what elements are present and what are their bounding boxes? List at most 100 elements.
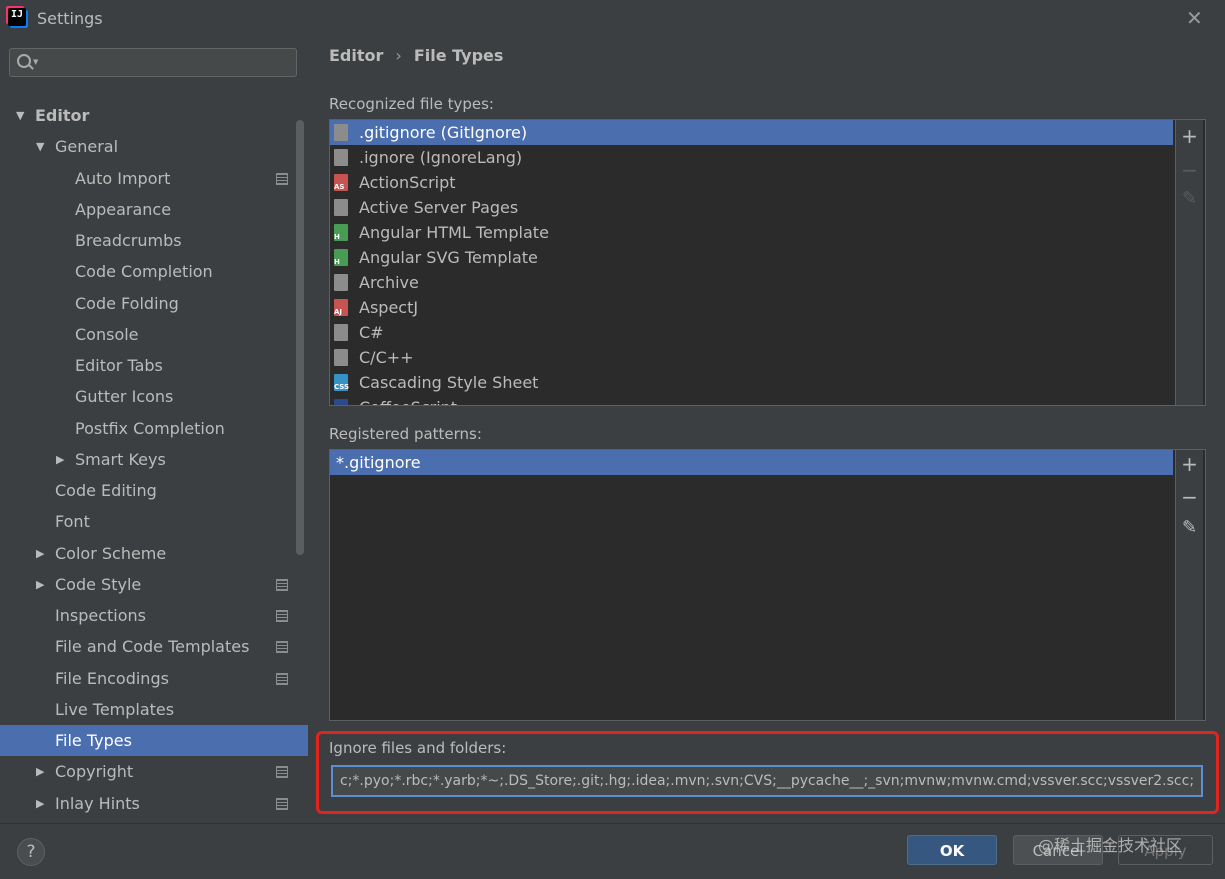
project-scope-icon bbox=[276, 610, 288, 622]
add-file-type-button[interactable]: + bbox=[1176, 124, 1203, 148]
tree-item-postfix-completion[interactable]: Postfix Completion bbox=[75, 413, 225, 444]
tree-item-code-folding[interactable]: Code Folding bbox=[75, 288, 179, 319]
collapse-arrow-icon[interactable]: ▶ bbox=[56, 444, 64, 475]
pattern-row[interactable]: *.gitignore bbox=[330, 450, 1173, 475]
file-type-row[interactable]: H Angular SVG Template bbox=[330, 245, 1173, 270]
tree-item-code-completion[interactable]: Code Completion bbox=[75, 256, 213, 287]
file-type-row[interactable]: Active Server Pages bbox=[330, 195, 1173, 220]
remove-file-type-button[interactable]: − bbox=[1176, 158, 1203, 182]
tree-item-code-style[interactable]: Code Style bbox=[55, 569, 141, 600]
gitignore-file-icon bbox=[334, 124, 348, 141]
file-type-row[interactable]: C/C++ bbox=[330, 345, 1173, 370]
breadcrumb: Editor › File Types bbox=[329, 46, 503, 65]
expand-arrow-icon[interactable]: ▼ bbox=[16, 100, 24, 131]
tree-item-general[interactable]: General bbox=[55, 131, 118, 162]
expand-arrow-icon[interactable]: ▼ bbox=[36, 131, 44, 162]
tree-item-editor[interactable]: Editor bbox=[35, 100, 89, 131]
file-type-row[interactable]: Archive bbox=[330, 270, 1173, 295]
tree-item-gutter-icons[interactable]: Gutter Icons bbox=[75, 381, 173, 412]
coffeescript-icon bbox=[334, 399, 348, 405]
actionscript-icon: AS bbox=[334, 174, 348, 191]
file-type-name: ActionScript bbox=[359, 173, 456, 192]
breadcrumb-editor[interactable]: Editor bbox=[329, 46, 383, 65]
aspectj-icon: AJ bbox=[334, 299, 348, 316]
tree-item-inlay-hints[interactable]: Inlay Hints bbox=[55, 788, 140, 819]
tree-item-copyright[interactable]: Copyright bbox=[55, 756, 133, 787]
tree-item-file-types[interactable]: File Types bbox=[55, 725, 132, 756]
project-scope-icon bbox=[276, 641, 288, 653]
file-type-badge: H bbox=[334, 258, 340, 266]
content-panel: Editor › File Types Recognized file types:… bbox=[308, 37, 1225, 823]
project-scope-icon bbox=[276, 173, 288, 185]
file-type-name: .gitignore (GitIgnore) bbox=[359, 123, 528, 142]
tree-selection bbox=[0, 725, 308, 756]
registered-patterns-panel: *.gitignore + − ✎ bbox=[329, 449, 1206, 721]
asp-icon bbox=[334, 199, 348, 216]
project-scope-icon bbox=[276, 798, 288, 810]
ignore-file-icon bbox=[334, 149, 348, 166]
tree-item-auto-import[interactable]: Auto Import bbox=[75, 163, 170, 194]
tree-item-appearance[interactable]: Appearance bbox=[75, 194, 171, 225]
file-type-name: C/C++ bbox=[359, 348, 414, 367]
close-icon[interactable]: ✕ bbox=[1186, 6, 1203, 30]
recognized-types-panel: .gitignore (GitIgnore) .ignore (IgnoreLan… bbox=[329, 119, 1206, 406]
edit-pattern-button[interactable]: ✎ bbox=[1176, 517, 1203, 538]
ignore-files-input[interactable]: c;*.pyo;*.rbc;*.yarb;*~;.DS_Store;.git;.… bbox=[331, 765, 1203, 797]
collapse-arrow-icon[interactable]: ▶ bbox=[36, 788, 44, 819]
angular-html-icon: H bbox=[334, 224, 348, 241]
file-type-name: Cascading Style Sheet bbox=[359, 373, 539, 392]
help-button[interactable]: ? bbox=[17, 838, 45, 866]
recognized-toolbar: + − ✎ bbox=[1175, 120, 1203, 405]
dialog-footer: ? OK Cancel Apply @稀土掘金技术社区 bbox=[0, 823, 1225, 879]
tree-item-font[interactable]: Font bbox=[55, 506, 90, 537]
tree-item-live-templates[interactable]: Live Templates bbox=[55, 694, 174, 725]
file-type-row[interactable]: AS ActionScript bbox=[330, 170, 1173, 195]
file-type-name: CoffeeScript bbox=[359, 395, 457, 405]
file-type-row[interactable]: .ignore (IgnoreLang) bbox=[330, 145, 1173, 170]
angular-svg-icon: H bbox=[334, 249, 348, 266]
file-type-badge: H bbox=[334, 233, 340, 241]
chevron-down-icon[interactable]: ▼ bbox=[33, 58, 38, 66]
file-type-name: Active Server Pages bbox=[359, 198, 519, 217]
breadcrumb-file-types: File Types bbox=[413, 46, 504, 65]
tree-item-editor-tabs[interactable]: Editor Tabs bbox=[75, 350, 163, 381]
tree-item-console[interactable]: Console bbox=[75, 319, 139, 350]
collapse-arrow-icon[interactable]: ▶ bbox=[36, 756, 44, 787]
ok-button[interactable]: OK bbox=[907, 835, 997, 865]
tree-item-breadcrumbs[interactable]: Breadcrumbs bbox=[75, 225, 182, 256]
file-type-name: Archive bbox=[359, 273, 419, 292]
registered-patterns-label: Registered patterns: bbox=[329, 425, 482, 443]
watermark: @稀土掘金技术社区 bbox=[1038, 836, 1183, 855]
archive-icon bbox=[334, 274, 348, 291]
csharp-icon bbox=[334, 324, 348, 341]
file-type-badge: AS bbox=[334, 183, 345, 191]
tree-item-file-encodings[interactable]: File Encodings bbox=[55, 663, 169, 694]
ignore-files-label: Ignore files and folders: bbox=[329, 739, 507, 757]
tree-item-smart-keys[interactable]: Smart Keys bbox=[75, 444, 166, 475]
file-type-row[interactable]: H Angular HTML Template bbox=[330, 220, 1173, 245]
file-type-row[interactable]: CSS Cascading Style Sheet bbox=[330, 370, 1173, 395]
collapse-arrow-icon[interactable]: ▶ bbox=[36, 538, 44, 569]
tree-item-color-scheme[interactable]: Color Scheme bbox=[55, 538, 166, 569]
recognized-types-label: Recognized file types: bbox=[329, 95, 494, 113]
collapse-arrow-icon[interactable]: ▶ bbox=[36, 569, 44, 600]
file-type-row[interactable]: .gitignore (GitIgnore) bbox=[330, 120, 1173, 145]
window-title: Settings bbox=[37, 9, 103, 28]
css-icon: CSS bbox=[334, 374, 349, 391]
sidebar-scrollbar[interactable] bbox=[296, 120, 304, 555]
search-input[interactable]: ▼ bbox=[9, 48, 297, 77]
file-type-row[interactable]: C# bbox=[330, 320, 1173, 345]
file-type-row[interactable]: CoffeeScript bbox=[330, 395, 1173, 405]
add-pattern-button[interactable]: + bbox=[1176, 452, 1203, 476]
ignore-files-value[interactable]: c;*.pyo;*.rbc;*.yarb;*~;.DS_Store;.git;.… bbox=[340, 773, 1194, 789]
file-type-row[interactable]: AJ AspectJ bbox=[330, 295, 1173, 320]
project-scope-icon bbox=[276, 673, 288, 685]
file-type-name: Angular SVG Template bbox=[359, 248, 538, 267]
c-cpp-icon bbox=[334, 349, 348, 366]
tree-item-file-and-code-templates[interactable]: File and Code Templates bbox=[55, 631, 249, 662]
edit-file-type-button[interactable]: ✎ bbox=[1176, 188, 1203, 209]
tree-item-inspections[interactable]: Inspections bbox=[55, 600, 146, 631]
file-type-name: Angular HTML Template bbox=[359, 223, 549, 242]
remove-pattern-button[interactable]: − bbox=[1176, 485, 1203, 509]
tree-item-code-editing[interactable]: Code Editing bbox=[55, 475, 157, 506]
